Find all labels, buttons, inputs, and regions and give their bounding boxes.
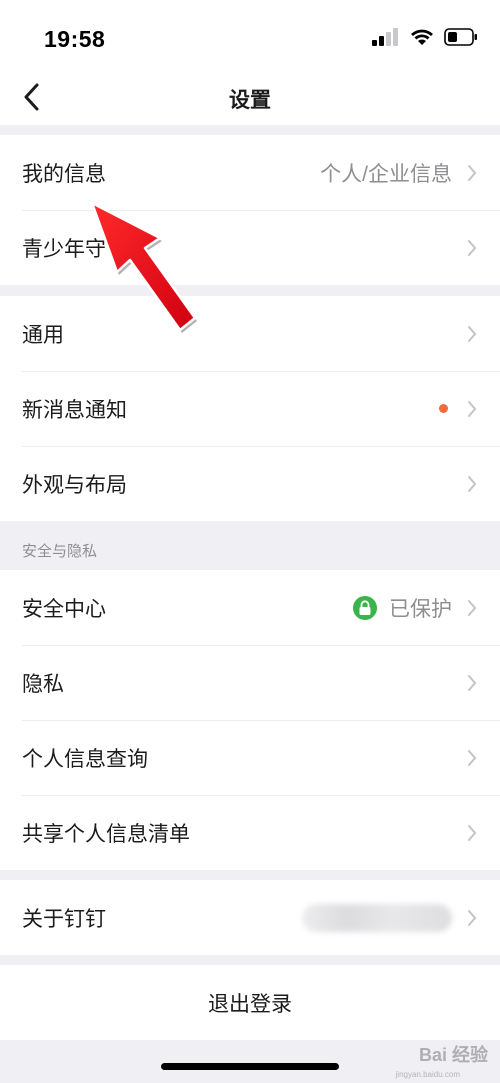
row-my-info[interactable]: 我的信息 个人/企业信息 [0,135,500,210]
row-label: 新消息通知 [22,398,127,422]
battery-icon [444,28,477,46]
settings-group-security: 安全中心 已保护 隐私 个人信息查询 共享个人信息清单 [0,570,500,870]
signal-icon [372,28,398,46]
page-title: 设置 [229,89,271,112]
row-label: 关于钉钉 [22,907,106,931]
row-label: 通用 [22,323,64,347]
wifi-icon [411,29,433,45]
row-youth-mode[interactable]: 青少年守 [0,210,500,285]
row-appearance-layout[interactable]: 外观与布局 [0,446,500,521]
notification-dot [439,404,448,413]
row-label: 安全中心 [22,597,106,621]
chevron-right-icon [466,400,478,418]
row-label: 隐私 [22,672,64,696]
row-shared-info-list[interactable]: 共享个人信息清单 [0,795,500,870]
chevron-right-icon [466,599,478,617]
row-label: 我的信息 [22,162,106,186]
chevron-right-icon [466,824,478,842]
row-new-message-notification[interactable]: 新消息通知 [0,371,500,446]
row-label: 青少年守 [22,237,106,261]
row-label: 外观与布局 [22,473,127,497]
chevron-right-icon [466,239,478,257]
chevron-right-icon [466,674,478,692]
logout-label: 退出登录 [208,992,292,1016]
row-general[interactable]: 通用 [0,296,500,371]
watermark-subtext: jingyan.baidu.com [395,1070,460,1079]
chevron-right-icon [466,475,478,493]
row-personal-info-query[interactable]: 个人信息查询 [0,720,500,795]
home-indicator [161,1063,339,1070]
chevron-right-icon [466,909,478,927]
row-security-center[interactable]: 安全中心 已保护 [0,570,500,645]
lock-icon [353,595,377,620]
settings-group-general: 通用 新消息通知 外观与布局 [0,296,500,521]
chevron-right-icon [466,164,478,182]
section-header-security: 安全与隐私 [22,543,98,560]
status-time: 19:58 [44,26,106,52]
row-value: 个人/企业信息 [320,162,452,186]
status-icons [372,28,478,46]
settings-group-profile: 我的信息 个人/企业信息 青少年守 [0,135,500,285]
row-privacy[interactable]: 隐私 [0,645,500,720]
logout-button[interactable]: 退出登录 [0,965,500,1040]
row-label: 共享个人信息清单 [22,822,190,846]
blurred-version-value [302,903,452,932]
navigation-bar: 设置 [0,80,500,125]
settings-group-about: 关于钉钉 [0,880,500,955]
row-value: 已保护 [389,597,452,621]
chevron-right-icon [466,749,478,767]
row-about-dingtalk[interactable]: 关于钉钉 [0,880,500,955]
status-bar: 19:58 [0,0,500,80]
row-label: 个人信息查询 [22,747,148,771]
chevron-right-icon [466,325,478,343]
watermark: Bai 经验 [418,1045,488,1065]
